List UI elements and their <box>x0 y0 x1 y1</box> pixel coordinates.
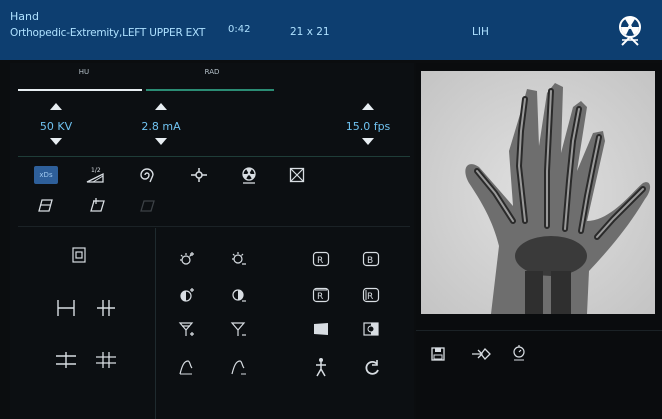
ma-increase-button[interactable] <box>155 103 167 110</box>
kv-increase-button[interactable] <box>50 103 62 110</box>
params-divider <box>18 156 410 157</box>
layers-save-icon[interactable] <box>86 194 108 216</box>
tab-hu-underline <box>18 89 142 91</box>
crossed-box-icon[interactable] <box>286 164 308 186</box>
flip-horizontal-icon[interactable]: R <box>310 284 332 306</box>
kv-value: 50 KV <box>39 120 73 133</box>
header-bar: Hand Orthopedic-Extremity,LEFT UPPER EXT… <box>0 0 662 60</box>
svg-text:R: R <box>317 292 323 302</box>
fps-decrease-button[interactable] <box>362 138 374 145</box>
filter-down-icon[interactable] <box>228 318 250 340</box>
contrast-up-icon[interactable] <box>176 284 198 306</box>
orientation-label: LIH <box>472 26 489 38</box>
ma-decrease-button[interactable] <box>155 138 167 145</box>
pulse-icon[interactable] <box>188 164 210 186</box>
kv-decrease-button[interactable] <box>50 138 62 145</box>
fps-value: 15.0 fps <box>345 120 391 133</box>
svg-text:B: B <box>367 256 373 266</box>
patient-position-icon[interactable] <box>310 356 332 378</box>
exposure-timer-icon[interactable] <box>508 342 530 364</box>
invert-icon[interactable] <box>360 318 382 340</box>
grid-size-label: 21 x 21 <box>290 26 330 38</box>
wedge-horizontal-icon[interactable] <box>54 348 78 372</box>
radiation-icon[interactable] <box>238 164 260 186</box>
svg-text:R: R <box>367 292 373 302</box>
fps-increase-button[interactable] <box>362 103 374 110</box>
send-icon[interactable] <box>470 343 492 365</box>
contrast-down-icon[interactable] <box>228 284 250 306</box>
xds-button[interactable]: xDs <box>34 166 58 184</box>
toolbar-divider <box>18 226 410 227</box>
wedge-grid-icon[interactable] <box>94 348 118 372</box>
protocol-label: Orthopedic-Extremity,LEFT UPPER EXT <box>10 27 206 39</box>
curve-up-icon[interactable] <box>176 356 198 378</box>
horizontal-shutter-icon[interactable] <box>54 296 78 320</box>
curve-down-icon[interactable] <box>228 356 250 378</box>
save-icon[interactable] <box>428 344 448 364</box>
preview-divider <box>416 330 662 331</box>
reset-icon[interactable] <box>360 356 384 380</box>
spiral-icon[interactable] <box>136 164 158 186</box>
tab-rad[interactable]: RAD <box>152 68 272 76</box>
svg-text:R: R <box>317 256 323 266</box>
elapsed-time: 0:42 <box>228 24 251 35</box>
flip-vertical-icon[interactable]: R <box>360 284 382 306</box>
xds-label: xDs <box>39 171 53 179</box>
body-part-label: Hand <box>10 10 39 23</box>
layers-icon[interactable] <box>34 194 56 216</box>
collimator-icon[interactable] <box>68 244 90 266</box>
xray-image[interactable] <box>421 71 655 314</box>
tools-divider <box>155 228 156 419</box>
brightness-up-icon[interactable] <box>176 248 198 270</box>
vertical-shutter-icon[interactable] <box>94 296 118 320</box>
radiation-hazard-icon[interactable] <box>612 12 648 48</box>
image-tile-icon[interactable] <box>310 318 332 340</box>
layers-disabled-icon <box>136 194 158 216</box>
fraction-label: 1/2 <box>91 167 101 174</box>
tab-rad-underline <box>146 89 274 91</box>
rotate-r-icon[interactable]: R <box>310 248 332 270</box>
half-dose-icon[interactable]: 1/2 <box>84 164 106 186</box>
tab-hu[interactable]: HU <box>24 68 144 76</box>
brightness-down-icon[interactable] <box>228 248 250 270</box>
ma-value: 2.8 mA <box>141 120 181 133</box>
hand-radiograph <box>421 71 655 314</box>
filter-up-icon[interactable] <box>176 318 198 340</box>
rotate-b-icon[interactable]: B <box>360 248 382 270</box>
